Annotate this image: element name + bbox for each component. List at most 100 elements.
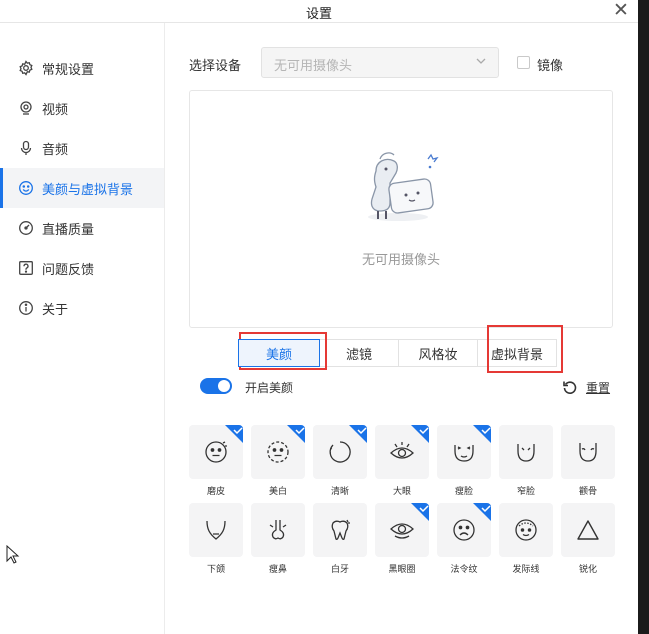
- reset-button[interactable]: 重置: [586, 379, 610, 396]
- narrow-face-icon: [517, 444, 535, 462]
- beauty-item-label: 白牙: [330, 565, 349, 575]
- title-bar: 设置 ✕: [0, 0, 638, 23]
- beauty-item-nose[interactable]: 瘦鼻: [251, 503, 305, 575]
- checked-corner-icon: [287, 425, 305, 443]
- checked-corner-icon: [411, 503, 429, 521]
- tab-beauty[interactable]: 美颜: [238, 339, 320, 367]
- sidebar-item-label: 关于: [42, 302, 69, 318]
- checked-corner-icon: [349, 425, 367, 443]
- sidebar-item-audio[interactable]: 音频: [0, 128, 164, 168]
- reset-icon[interactable]: [562, 379, 578, 395]
- beauty-tile[interactable]: [375, 503, 429, 557]
- no-camera-text: 无可用摄像头: [361, 253, 440, 268]
- beauty-item-label: 磨皮: [206, 487, 225, 497]
- beauty-item-clarity[interactable]: 清晰: [313, 425, 367, 497]
- question-icon: [18, 260, 34, 276]
- device-select-value: 无可用摄像头: [274, 59, 353, 74]
- highlight-box-virtual-background: [487, 325, 563, 373]
- sidebar-item-general[interactable]: 常规设置: [0, 48, 164, 88]
- sidebar-item-feedback[interactable]: 问题反馈: [0, 248, 164, 288]
- beauty-tile[interactable]: [499, 425, 553, 479]
- beauty-item-jaw[interactable]: 下颌: [189, 503, 243, 575]
- beauty-tile[interactable]: [251, 425, 305, 479]
- beauty-item-sharpen[interactable]: 锐化: [561, 503, 615, 575]
- sidebar-item-label: 美颜与虚拟背景: [42, 182, 134, 198]
- tooth-icon: [331, 519, 350, 540]
- mirror-checkbox[interactable]: [517, 56, 530, 69]
- close-icon[interactable]: ✕: [610, 0, 632, 22]
- beauty-toggle-label: 开启美颜: [245, 381, 294, 395]
- mouse-cursor-icon: [6, 545, 20, 564]
- beauty-item-label: 颧骨: [578, 487, 597, 497]
- checked-corner-icon: [473, 503, 491, 521]
- sidebar-item-video[interactable]: 视频: [0, 88, 164, 128]
- device-select[interactable]: 无可用摄像头: [261, 47, 499, 78]
- beauty-item-label: 法令纹: [450, 565, 478, 575]
- beauty-item-label: 窄脸: [516, 487, 535, 497]
- beauty-item-label: 瘦鼻: [268, 565, 287, 575]
- beauty-tile[interactable]: [437, 425, 491, 479]
- microphone-icon: [18, 140, 34, 156]
- sidebar-item-stream-quality[interactable]: 直播质量: [0, 208, 164, 248]
- device-label: 选择设备: [189, 59, 242, 74]
- camera-icon: [18, 100, 34, 116]
- beauty-tile[interactable]: [561, 503, 615, 557]
- cheekbone-icon: [579, 443, 597, 462]
- beauty-item-label: 美白: [268, 487, 287, 497]
- checked-corner-icon: [411, 425, 429, 443]
- gear-icon: [18, 60, 34, 76]
- beauty-item-cheekbone[interactable]: 颧骨: [561, 425, 615, 497]
- beauty-item-narrow-face[interactable]: 窄脸: [499, 425, 553, 497]
- nose-icon: [269, 520, 287, 540]
- beauty-item-label: 锐化: [578, 565, 597, 575]
- beauty-item-big-eye[interactable]: 大眼: [375, 425, 429, 497]
- beauty-tile[interactable]: [313, 425, 367, 479]
- beauty-item-label: 大眼: [392, 487, 411, 497]
- beauty-tile[interactable]: [375, 425, 429, 479]
- beauty-item-smooth[interactable]: 磨皮: [189, 425, 243, 497]
- tab-style-makeup[interactable]: 风格妆: [398, 339, 478, 367]
- beauty-item-label: 清晰: [330, 487, 349, 497]
- beauty-item-whiten[interactable]: 美白: [251, 425, 305, 497]
- beauty-item-label: 黑眼圈: [388, 565, 416, 575]
- beauty-item-slim-face[interactable]: 瘦脸: [437, 425, 491, 497]
- main-panel: 选择设备 无可用摄像头 镜像 无可用摄像头 美颜 滤镜 风格妆 虚拟背景 开启美…: [165, 23, 638, 634]
- tab-filter[interactable]: 滤镜: [319, 339, 399, 367]
- checked-corner-icon: [225, 425, 243, 443]
- sidebar-item-beauty[interactable]: 美颜与虚拟背景: [0, 168, 164, 208]
- scrollbar[interactable]: [638, 0, 649, 634]
- beauty-tile[interactable]: [189, 425, 243, 479]
- info-icon: [18, 300, 34, 316]
- beauty-item-dark-circles[interactable]: 黑眼圈: [375, 503, 429, 575]
- mirror-label: 镜像: [537, 59, 564, 74]
- checked-corner-icon: [473, 425, 491, 443]
- sidebar-item-label: 问题反馈: [42, 262, 95, 278]
- smile-icon: [18, 180, 34, 196]
- beauty-item-label: 发际线: [512, 565, 540, 575]
- sidebar: 常规设置 视频 音频 美颜与虚拟背景 直播质量 问题反馈 关于: [0, 23, 165, 634]
- beauty-tile[interactable]: [189, 503, 243, 557]
- hairline-icon: [515, 519, 537, 541]
- beauty-tile[interactable]: [499, 503, 553, 557]
- sidebar-item-label: 常规设置: [42, 62, 95, 78]
- no-camera-illustration-icon: [368, 152, 439, 221]
- window-title: 设置: [305, 7, 332, 22]
- triangle-icon: [577, 520, 599, 540]
- beauty-tile[interactable]: [561, 425, 615, 479]
- beauty-item-hairline[interactable]: 发际线: [499, 503, 553, 575]
- beauty-tile[interactable]: [313, 503, 367, 557]
- beauty-item-nasolabial[interactable]: 法令纹: [437, 503, 491, 575]
- chevron-down-icon: [476, 58, 486, 64]
- sidebar-item-label: 视频: [42, 102, 69, 118]
- gauge-icon: [18, 220, 34, 236]
- sidebar-item-about[interactable]: 关于: [0, 288, 164, 328]
- beauty-toggle[interactable]: [200, 378, 232, 394]
- sidebar-item-label: 直播质量: [42, 222, 95, 238]
- sidebar-item-label: 音频: [42, 142, 69, 158]
- beauty-tile[interactable]: [437, 503, 491, 557]
- beauty-item-teeth[interactable]: 白牙: [313, 503, 367, 575]
- beauty-item-label: 瘦脸: [454, 487, 473, 497]
- jaw-icon: [206, 520, 226, 540]
- beauty-tile[interactable]: [251, 503, 305, 557]
- beauty-item-label: 下颌: [206, 565, 225, 575]
